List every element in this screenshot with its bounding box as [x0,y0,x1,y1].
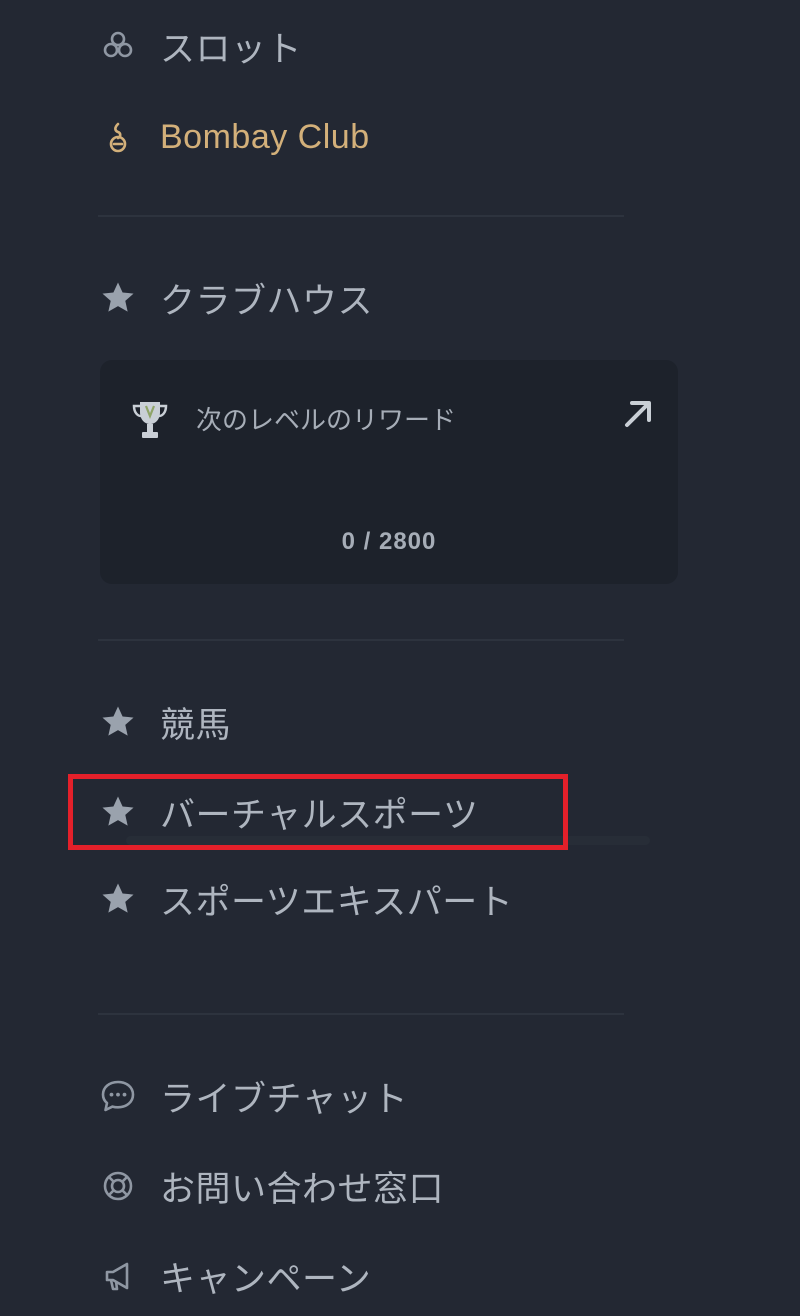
trophy-icon [130,398,170,442]
bombay-club-icon [98,117,138,157]
menu-item-label: ライブチャット [160,1079,409,1120]
megaphone-icon [98,1256,138,1296]
menu-item-support[interactable]: お問い合わせ窓口 [98,1156,444,1216]
star-icon [98,278,138,318]
menu-item-label: キャンペーン [160,1259,372,1300]
menu-item-label: 競馬 [160,705,232,746]
menu-item-live-chat[interactable]: ライブチャット [98,1066,408,1126]
star-icon [98,879,138,919]
lifebuoy-icon [98,1166,138,1206]
divider [98,1013,624,1015]
menu-item-label: Bombay Club [160,117,370,156]
reward-title: 次のレベルのリワード [196,406,457,436]
chat-bubble-icon [98,1076,138,1116]
menu-item-label: スロット [160,29,303,70]
clover-icon [98,26,138,66]
menu-item-bombay-club[interactable]: Bombay Club [98,107,370,167]
next-level-reward-card: 次のレベルのリワード 0 / 2800 [100,360,678,845]
menu-item-slots[interactable]: スロット [98,16,302,76]
menu-item-label: クラブハウス [160,281,374,322]
menu-item-clubhouse[interactable]: クラブハウス [98,268,373,328]
menu-item-sports-expert[interactable]: スポーツエキスパート [98,869,513,929]
arrow-up-right-icon[interactable] [618,394,658,434]
menu-item-label: お問い合わせ窓口 [160,1169,445,1210]
menu-item-horse-racing[interactable]: 競馬 [98,692,231,752]
menu-item-campaign[interactable]: キャンペーン [98,1246,371,1306]
star-icon [98,702,138,742]
divider [98,215,624,217]
reward-progress-counter: 0 / 2800 [341,528,437,555]
menu-item-label: スポーツエキスパート [160,882,514,923]
highlight-box [68,774,568,850]
divider [98,639,624,641]
